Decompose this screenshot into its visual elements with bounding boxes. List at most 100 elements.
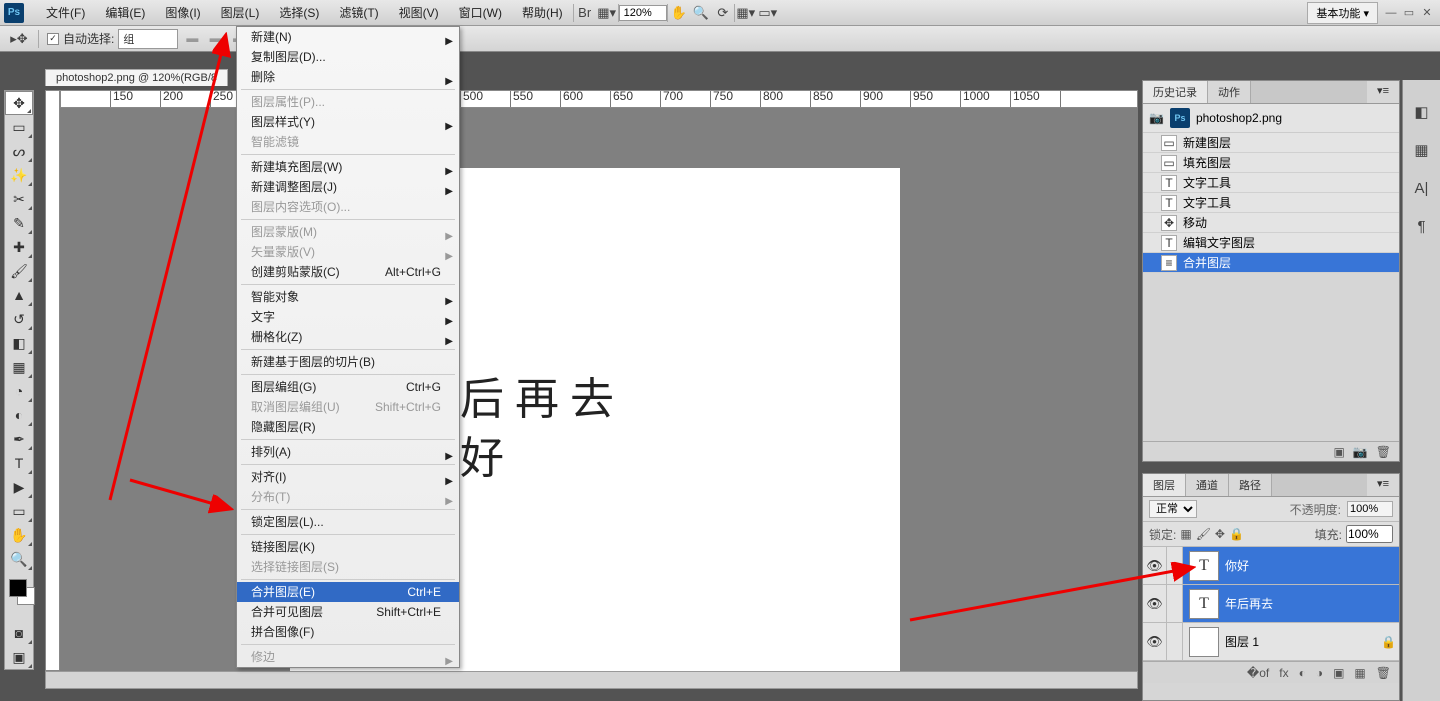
layer-row[interactable]: 👁T你好: [1143, 547, 1399, 585]
menu-item[interactable]: 新建(N)▶: [237, 27, 459, 47]
gradient-tool[interactable]: ▦: [5, 355, 33, 379]
menu-item[interactable]: 栅格化(Z)▶: [237, 327, 459, 347]
tab-history[interactable]: 历史记录: [1143, 81, 1208, 103]
zoom-icon[interactable]: 🔍: [690, 3, 712, 23]
history-step[interactable]: ▭填充图层: [1143, 153, 1399, 173]
menu-item[interactable]: 文字▶: [237, 307, 459, 327]
paragraph-panel-icon[interactable]: ¶: [1410, 214, 1434, 238]
menu-edit[interactable]: 编辑(E): [95, 0, 155, 26]
history-snapshot-icon[interactable]: 📷: [1353, 445, 1368, 459]
bridge-icon[interactable]: Br: [574, 3, 596, 23]
visibility-icon[interactable]: 👁: [1143, 623, 1167, 660]
panel-menu-icon[interactable]: ▾≡: [1367, 81, 1399, 103]
path-select-tool[interactable]: ▶: [5, 475, 33, 499]
fill-input[interactable]: [1346, 525, 1393, 543]
eyedropper-tool[interactable]: ✎: [5, 211, 33, 235]
menu-item[interactable]: 新建基于图层的切片(B): [237, 352, 459, 372]
tab-channels[interactable]: 通道: [1186, 474, 1229, 496]
blur-tool[interactable]: ◔: [5, 379, 33, 403]
lock-pixels-icon[interactable]: ▦: [1180, 527, 1191, 541]
layer-style-icon[interactable]: fx: [1279, 666, 1288, 680]
history-step[interactable]: ✥移动: [1143, 213, 1399, 233]
color-panel-icon[interactable]: ◧: [1410, 100, 1434, 124]
layer-mask-icon[interactable]: ◐: [1299, 666, 1306, 680]
document-tab[interactable]: photoshop2.png @ 120%(RGB/8: [45, 69, 228, 86]
menu-filter[interactable]: 滤镜(T): [329, 0, 388, 26]
visibility-icon[interactable]: 👁: [1143, 547, 1167, 584]
view-extras-icon[interactable]: ▦▾: [596, 3, 618, 23]
arrange-icon[interactable]: ▦▾: [735, 3, 757, 23]
hand-icon[interactable]: ✋: [668, 3, 690, 23]
layer-row[interactable]: 👁T年后再去: [1143, 585, 1399, 623]
menu-item[interactable]: 图层样式(Y)▶: [237, 112, 459, 132]
visibility-icon[interactable]: 👁: [1143, 585, 1167, 622]
healing-tool[interactable]: ✚: [5, 235, 33, 259]
menu-window[interactable]: 窗口(W): [449, 0, 512, 26]
quick-mask-icon[interactable]: ◙: [5, 621, 33, 645]
zoom-level[interactable]: 120%: [619, 5, 667, 21]
history-step[interactable]: T编辑文字图层: [1143, 233, 1399, 253]
history-step[interactable]: T文字工具: [1143, 173, 1399, 193]
menu-image[interactable]: 图像(I): [155, 0, 210, 26]
menu-view[interactable]: 视图(V): [389, 0, 449, 26]
menu-item[interactable]: 排列(A)▶: [237, 442, 459, 462]
lasso-tool[interactable]: ᔕ: [5, 139, 33, 163]
auto-select-dropdown[interactable]: 组: [118, 29, 178, 49]
history-new-doc-icon[interactable]: ▣: [1333, 445, 1344, 459]
menu-item[interactable]: 图层编组(G)Ctrl+G: [237, 377, 459, 397]
screen-mode-tool[interactable]: ▣: [5, 645, 33, 669]
swatches-panel-icon[interactable]: ▦: [1410, 138, 1434, 162]
lock-all-icon[interactable]: 🔒: [1229, 527, 1244, 541]
menu-item[interactable]: 对齐(I)▶: [237, 467, 459, 487]
character-panel-icon[interactable]: A|: [1410, 176, 1434, 200]
delete-layer-icon[interactable]: 🗑: [1376, 666, 1391, 680]
lock-paint-icon[interactable]: 🖌: [1196, 527, 1211, 541]
history-step[interactable]: ▭新建图层: [1143, 133, 1399, 153]
auto-select-checkbox[interactable]: ✓: [47, 33, 59, 45]
screen-mode-icon[interactable]: ▭▾: [757, 3, 779, 23]
menu-select[interactable]: 选择(S): [269, 0, 329, 26]
magic-wand-tool[interactable]: ✨: [5, 163, 33, 187]
snapshot-icon[interactable]: 📷: [1149, 111, 1164, 125]
layer-group-icon[interactable]: ▣: [1333, 666, 1344, 680]
menu-item[interactable]: 新建填充图层(W)▶: [237, 157, 459, 177]
move-tool-icon[interactable]: ▸✥: [8, 29, 30, 49]
type-tool[interactable]: T: [5, 451, 33, 475]
crop-tool[interactable]: ✂: [5, 187, 33, 211]
menu-item[interactable]: 合并可见图层Shift+Ctrl+E: [237, 602, 459, 622]
move-tool[interactable]: ✥: [5, 91, 33, 115]
menu-layer[interactable]: 图层(L): [211, 0, 270, 26]
menu-item[interactable]: 智能对象▶: [237, 287, 459, 307]
menu-item[interactable]: 锁定图层(L)...: [237, 512, 459, 532]
window-controls[interactable]: —▭✕: [1382, 5, 1436, 21]
blend-mode-select[interactable]: 正常: [1149, 500, 1197, 518]
shape-tool[interactable]: ▭: [5, 499, 33, 523]
history-brush-tool[interactable]: ↺: [5, 307, 33, 331]
tab-paths[interactable]: 路径: [1229, 474, 1272, 496]
brush-tool[interactable]: 🖌: [5, 259, 33, 283]
color-swatch[interactable]: [5, 575, 33, 615]
opacity-input[interactable]: [1347, 501, 1393, 517]
link-layers-icon[interactable]: �of: [1247, 666, 1269, 680]
menu-item[interactable]: 删除▶: [237, 67, 459, 87]
menu-item[interactable]: 隐藏图层(R): [237, 417, 459, 437]
menu-item[interactable]: 创建剪贴蒙版(C)Alt+Ctrl+G: [237, 262, 459, 282]
hand-tool[interactable]: ✋: [5, 523, 33, 547]
layer-row[interactable]: 👁图层 1🔒: [1143, 623, 1399, 661]
zoom-tool[interactable]: 🔍: [5, 547, 33, 571]
rotate-view-icon[interactable]: ⟳: [712, 3, 734, 23]
eraser-tool[interactable]: ◧: [5, 331, 33, 355]
horizontal-scrollbar[interactable]: [45, 671, 1138, 689]
workspace-switcher[interactable]: 基本功能 ▾: [1307, 2, 1378, 24]
dodge-tool[interactable]: ◐: [5, 403, 33, 427]
new-layer-icon[interactable]: ▦: [1354, 666, 1365, 680]
stamp-tool[interactable]: ▲: [5, 283, 33, 307]
marquee-tool[interactable]: ▭: [5, 115, 33, 139]
layers-menu-icon[interactable]: ▾≡: [1367, 474, 1399, 496]
tab-layers[interactable]: 图层: [1143, 474, 1186, 496]
menu-item[interactable]: 拼合图像(F): [237, 622, 459, 642]
menu-item[interactable]: 合并图层(E)Ctrl+E: [237, 582, 459, 602]
menu-file[interactable]: 文件(F): [36, 0, 95, 26]
history-step[interactable]: T文字工具: [1143, 193, 1399, 213]
history-step[interactable]: ≡合并图层: [1143, 253, 1399, 273]
